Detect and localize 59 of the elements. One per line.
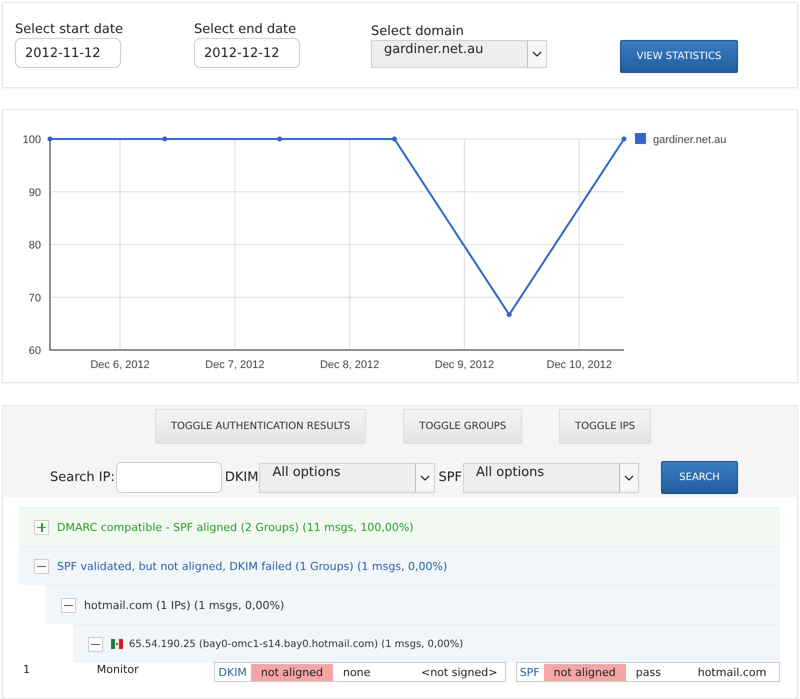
auth-domain: hotmail.com (698, 666, 766, 678)
spf-dropdown[interactable]: All options (463, 462, 640, 492)
dkim-dropdown[interactable]: All options (259, 462, 436, 492)
toggle-button[interactable]: TOGGLE GROUPS (403, 409, 522, 444)
date-field[interactable]: 2012-12-12 (194, 38, 300, 68)
expand-toggle[interactable] (34, 558, 49, 574)
group-label: hotmail.com (1 IPs) (1 msgs, 0,00%) (84, 598, 284, 612)
field-label: Select end date (194, 22, 298, 37)
search-label: Search IP: (50, 470, 115, 485)
data-point (622, 136, 626, 142)
date-field[interactable]: 2012-11-12 (15, 38, 121, 68)
caret-icon (532, 51, 542, 57)
toggle-button[interactable]: TOGGLE AUTHENTICATION RESULTS (154, 409, 366, 444)
group-label: DMARC compatible - SPF aligned (2 Groups) (11 msgs, 100,00%) (57, 520, 414, 534)
alignment-badge: not aligned (544, 664, 626, 680)
field-label: Select start date (15, 22, 123, 37)
x-tick-label: Dec 8, 2012 (320, 359, 380, 371)
x-tick-label: Dec 7, 2012 (205, 359, 264, 371)
data-point (392, 136, 397, 142)
domain-dropdown[interactable]: gardiner.net.au (370, 40, 547, 68)
field-label: Select domain (370, 24, 465, 39)
row-number: 1 (22, 663, 31, 676)
y-tick-label: 80 (28, 240, 41, 252)
data-point (277, 136, 282, 142)
group-label: SPF validated, but not aligned, DKIM failed (1 Groups) (1 msgs, 0,00%) (57, 560, 448, 572)
toggle-button[interactable]: TOGGLE IPS (559, 409, 652, 444)
search-ip-field[interactable] (116, 462, 222, 493)
x-tick-label: Dec 9, 2012 (434, 359, 494, 371)
auth-domain: <not signed> (420, 666, 498, 678)
expand-toggle[interactable] (61, 598, 76, 612)
x-tick-label: Dec 6, 2012 (90, 359, 150, 371)
data-point (48, 136, 52, 142)
data-point (506, 312, 512, 318)
tree-row[interactable]: hotmail.com (1 IPs) (1 msgs, 0,00%) (46, 585, 780, 624)
expand-toggle[interactable] (88, 636, 103, 652)
alignment-badge: not aligned (250, 664, 333, 680)
y-tick-label: 70 (28, 292, 41, 304)
tree-row[interactable]: 65.54.190.25 (bay0-omc1-s14.bay0.hotmail.com) (1 msgs, 0,00%) (73, 624, 780, 663)
data-point (162, 136, 168, 142)
policy-cell-text: Monitor (96, 663, 140, 676)
auth-label: DKIM (217, 666, 248, 678)
y-tick-label: 90 (28, 186, 41, 199)
caret-icon (420, 474, 430, 480)
flag-icon (111, 639, 123, 649)
auth-value: none (342, 666, 372, 678)
x-tick-label: Dec 10, 2012 (546, 359, 612, 371)
group-label: 65.54.190.25 (bay0-omc1-s14.bay0.hotmail.com) (1 msgs, 0,00%) (129, 638, 464, 650)
caret-icon (624, 474, 634, 480)
dkim-label: DKIM (224, 470, 258, 485)
auth-value: pass (636, 666, 662, 678)
expand-toggle[interactable] (34, 520, 49, 534)
search-button[interactable]: SEARCH (661, 461, 738, 494)
y-tick-label: 100 (22, 134, 41, 146)
y-tick-label: 60 (28, 345, 41, 357)
view-statistics-button[interactable]: VIEW STATISTICS (620, 40, 738, 73)
spf-label: SPF (438, 470, 462, 485)
auth-label: SPF (518, 666, 541, 678)
tree-row[interactable]: SPF validated, but not aligned, DKIM failed (1 Groups) (1 msgs, 0,00%) (19, 546, 780, 585)
legend-label: gardiner.net.au (653, 134, 726, 146)
